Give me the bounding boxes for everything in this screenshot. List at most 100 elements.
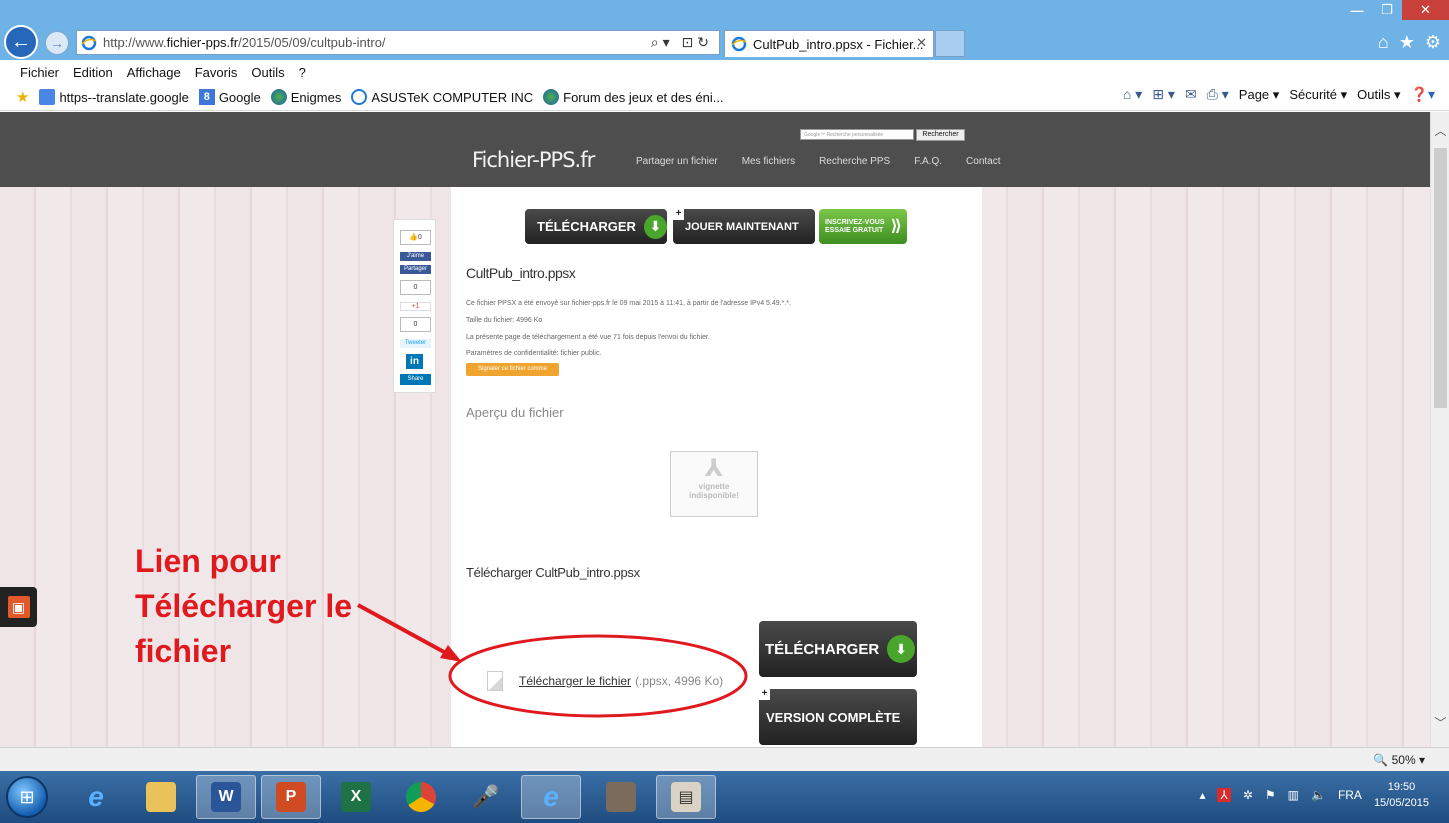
taskbar-microphone[interactable]: 🎤 (456, 775, 516, 819)
settings-gear-icon[interactable]: ⚙ (1425, 32, 1441, 53)
taskbar-excel[interactable]: X (326, 775, 386, 819)
nav-contact[interactable]: Contact (966, 156, 1000, 167)
address-tools[interactable]: ⌕▾ ⊡↻ (651, 34, 713, 51)
download-arrow-icon: ⬇ (887, 635, 916, 663)
menu-favoris[interactable]: Favoris (195, 65, 238, 80)
menu-help[interactable]: ? (299, 65, 306, 80)
scroll-thumb[interactable] (1434, 148, 1447, 408)
fav-forum[interactable]: Forum des jeux et des éni... (543, 89, 724, 105)
back-button[interactable]: ← (4, 25, 38, 59)
menu-edition[interactable]: Edition (73, 65, 113, 80)
tray-volume-icon[interactable]: 🔈 (1311, 788, 1326, 802)
page-viewport: Google™ Recherche personnalisée Recherch… (0, 112, 1430, 747)
play-now-button[interactable]: + JOUER MAINTENANT (673, 209, 815, 244)
ie-icon: e (88, 781, 104, 812)
ie-page-icon (81, 35, 97, 50)
annotation-line-2: Télécharger le (135, 588, 352, 624)
download-arrow-icon: ⬇ (643, 214, 667, 239)
restore-button[interactable]: ❐ (1372, 0, 1402, 20)
fav-translate[interactable]: https--translate.google (39, 89, 189, 105)
linkedin-share-button[interactable]: Share (400, 374, 431, 385)
system-tray: ▴ ⅄ ✲ ⚑ ▥ 🔈 FRA 19:50 15/05/2015 (1199, 779, 1429, 811)
rss-icon[interactable]: ⊞ ▾ (1152, 86, 1175, 103)
top-download-button[interactable]: TÉLÉCHARGER ⬇ (525, 209, 667, 244)
home-icon[interactable]: ⌂ ▾ (1123, 86, 1142, 103)
fav-enigmes[interactable]: Enigmes (270, 89, 341, 105)
site-nav: Partager un fichier Mes fichiers Recherc… (636, 156, 1001, 167)
nav-partager[interactable]: Partager un fichier (636, 156, 718, 167)
tray-app-icon[interactable]: ✲ (1243, 788, 1253, 802)
home-icon[interactable]: ⌂ (1378, 32, 1389, 53)
forward-button[interactable]: → (45, 31, 69, 55)
mail-icon[interactable]: ✉ (1185, 86, 1197, 103)
fb-share-button[interactable]: Partager (400, 265, 431, 274)
side-widget[interactable]: ▣ (0, 587, 37, 627)
taskbar-ie[interactable]: e (66, 775, 126, 819)
menu-fichier[interactable]: Fichier (20, 65, 59, 80)
new-tab-button[interactable] (935, 30, 965, 57)
tweet-button[interactable]: Tweeter (400, 339, 431, 348)
tab-cultpub[interactable]: CultPub_intro.ppsx - Fichier... ✕ (724, 30, 934, 57)
site-logo[interactable]: Fichier-PPS.fr (472, 148, 595, 172)
tray-flag-icon[interactable]: ⚑ (1265, 788, 1276, 802)
favorites-star-icon[interactable]: ★ (1399, 32, 1415, 53)
fb-like-button[interactable]: J'aime (400, 252, 431, 261)
scroll-down-icon[interactable]: ﹀ (1431, 714, 1449, 734)
powerpoint-icon: P (276, 782, 306, 812)
nav-recherche[interactable]: Recherche PPS (819, 156, 890, 167)
signup-button[interactable]: INSCRIVEZ-VOUS ESSAIE GRATUIT ⟫ (819, 209, 907, 244)
taskbar-powerpoint[interactable]: P (261, 775, 321, 819)
address-bar[interactable]: http://www.fichier-pps.fr/2015/05/09/cul… (76, 30, 720, 55)
favorites-star-add-icon[interactable]: ★ (16, 88, 29, 106)
big-download-label: TÉLÉCHARGER (765, 640, 880, 658)
nav-faq[interactable]: F.A.Q. (914, 156, 942, 167)
clock[interactable]: 19:50 15/05/2015 (1374, 779, 1429, 811)
browser-titlebar: — ❐ ✕ ← → http://www.fichier-pps.fr/2015… (0, 0, 1449, 60)
full-version-label: VERSION COMPLÈTE (766, 709, 901, 725)
play-now-label: JOUER MAINTENANT (685, 220, 799, 233)
taskbar-chrome[interactable] (391, 775, 451, 819)
full-version-button[interactable]: + VERSION COMPLÈTE (759, 689, 917, 745)
download-link-row: Télécharger le fichier (.ppsx, 4996 Ko) (487, 671, 723, 691)
print-icon[interactable]: ⎙ ▾ (1207, 86, 1229, 103)
menu-outils[interactable]: Outils (251, 65, 284, 80)
scroll-up-icon[interactable]: ︿ (1431, 122, 1449, 142)
address-url[interactable]: http://www.fichier-pps.fr/2015/05/09/cul… (103, 35, 386, 50)
close-button[interactable]: ✕ (1402, 0, 1449, 20)
ie-icon: e (543, 781, 559, 812)
menu-affichage[interactable]: Affichage (127, 65, 181, 80)
gplus-button[interactable]: +1 (400, 302, 431, 311)
tray-expand-icon[interactable]: ▴ (1199, 788, 1205, 802)
nav-mes-fichiers[interactable]: Mes fichiers (742, 156, 795, 167)
fav-asus[interactable]: ASUSTeK COMPUTER INC (351, 89, 533, 105)
folder-icon (146, 782, 176, 812)
preview-title: Aperçu du fichier (466, 405, 564, 420)
taskbar-gimp[interactable] (591, 775, 651, 819)
taskbar-explorer[interactable] (131, 775, 191, 819)
taskbar-ie-active[interactable]: e (521, 775, 581, 819)
tray-network-icon[interactable]: ▥ (1288, 788, 1299, 802)
tab-close-icon[interactable]: ✕ (916, 35, 927, 51)
site-search-input[interactable]: Google™ Recherche personnalisée (800, 129, 914, 140)
signup-label: INSCRIVEZ-VOUS ESSAIE GRATUIT (825, 218, 885, 234)
start-button[interactable]: ⊞ (6, 776, 48, 818)
tray-language[interactable]: FRA (1338, 788, 1362, 802)
cmd-page[interactable]: Page ▾ (1239, 87, 1280, 103)
help-icon[interactable]: ❓▾ (1411, 86, 1435, 103)
taskbar-word[interactable]: W (196, 775, 256, 819)
zoom-control[interactable]: 🔍 50% ▾ (1373, 753, 1425, 767)
fav-google[interactable]: 8 Google (198, 89, 261, 105)
taskbar-app[interactable]: ▤ (656, 775, 716, 819)
site-search-button[interactable]: Rechercher (916, 129, 965, 141)
top-download-label: TÉLÉCHARGER (537, 219, 636, 234)
tray-acrobat-icon[interactable]: ⅄ (1217, 788, 1231, 802)
cmd-outils[interactable]: Outils ▾ (1357, 87, 1400, 103)
widget-icon: ▣ (7, 596, 30, 618)
minimize-button[interactable]: — (1342, 0, 1372, 20)
clock-date: 15/05/2015 (1373, 797, 1429, 809)
cmd-securite[interactable]: Sécurité ▾ (1289, 87, 1347, 103)
vertical-scrollbar[interactable]: ︿ ﹀ (1430, 112, 1449, 747)
report-button[interactable]: Signaler ce fichier comme dangereux (466, 363, 559, 385)
big-download-button[interactable]: TÉLÉCHARGER ⬇ (759, 621, 917, 677)
download-file-link[interactable]: Télécharger le fichier (519, 674, 631, 688)
